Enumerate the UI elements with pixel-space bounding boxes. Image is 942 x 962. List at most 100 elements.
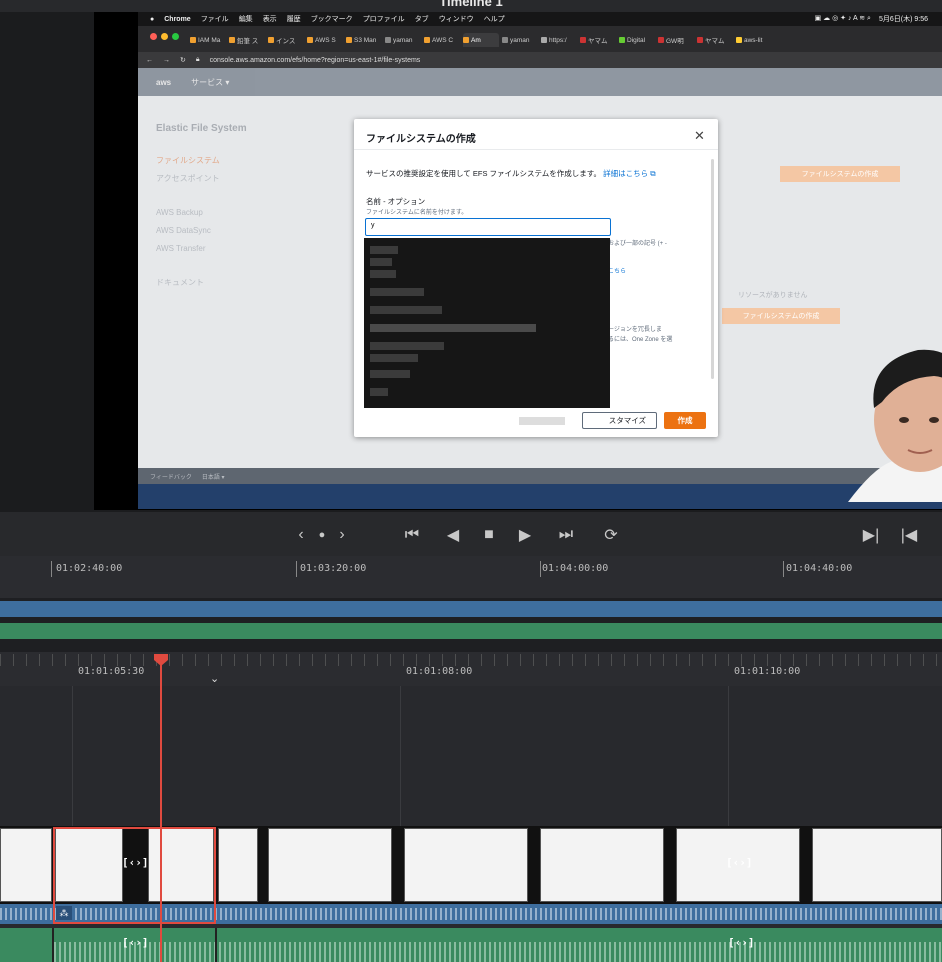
video-clip[interactable] — [812, 828, 942, 902]
recorded-screen: ● Chrome ファイル 編集 表示 履歴 ブックマーク プロファイル タブ … — [138, 12, 942, 509]
name-field-label: 名前 - オプション — [366, 197, 426, 206]
sidebar-item-docs: ドキュメント — [156, 278, 204, 287]
browser-tab: yaman — [385, 33, 421, 47]
apple-icon: ● — [150, 15, 155, 23]
transition-badge[interactable]: [‹›] — [122, 936, 149, 949]
playhead-handle-icon[interactable] — [153, 654, 169, 666]
menu-bookmarks: ブックマーク — [310, 16, 353, 23]
browser-tab: aws-lit — [736, 33, 772, 47]
back-icon: ← — [146, 56, 153, 64]
menu-edit: 編集 — [238, 16, 253, 23]
presenter-image — [848, 349, 942, 502]
transition-badge[interactable]: [‹›] — [728, 936, 755, 949]
mac-menubar: ● Chrome ファイル 編集 表示 履歴 ブックマーク プロファイル タブ … — [138, 12, 942, 26]
browser-tab: 鉛筆 ス — [229, 33, 265, 47]
tab-favicon-icon — [346, 37, 352, 43]
forward-icon: → — [163, 56, 170, 64]
video-clip[interactable] — [218, 828, 258, 902]
browser-tab: GW明 — [658, 33, 694, 47]
reload-icon: ↻ — [180, 57, 186, 64]
browser-tab: インス — [268, 33, 304, 47]
overview-tick-label: 01:03:20:00 — [300, 563, 367, 574]
tab-favicon-icon — [190, 37, 196, 43]
browser-tab: yaman — [502, 33, 538, 47]
url-text: console.aws.amazon.com/efs/home?region=u… — [209, 56, 421, 64]
autocomplete-dropdown[interactable] — [364, 238, 610, 408]
menu-file: ファイル — [200, 16, 229, 23]
transition-badge[interactable]: [‹›] — [726, 856, 753, 869]
customize-button[interactable]: スタマイズ — [582, 412, 657, 429]
dialog-scrollbar[interactable] — [711, 159, 714, 379]
grid-line — [400, 686, 401, 826]
create-file-system-dialog: ファイルシステムの作成 ✕ サービスの推奨設定を使用して EFS ファイルシステ… — [354, 119, 718, 437]
tab-favicon-icon — [502, 37, 508, 43]
tab-favicon-icon — [424, 37, 430, 43]
tab-favicon-icon — [580, 37, 586, 43]
video-clip[interactable] — [268, 828, 392, 902]
zoom-window-icon — [172, 33, 179, 40]
browser-tabs: IAM Ma 鉛筆 ス インス AWS S S3 Man yaman AWS C… — [190, 33, 890, 47]
tab-favicon-icon — [229, 37, 235, 43]
loop-icon[interactable]: ⟳ — [597, 524, 625, 546]
create-button[interactable]: 作成 — [664, 412, 706, 429]
menubar-clock: 5月6日(木) 9:56 — [878, 16, 928, 23]
learn-more-link[interactable]: 詳細はこちら — [603, 169, 648, 178]
close-icon[interactable]: ✕ — [694, 128, 705, 144]
waveform — [54, 942, 942, 962]
efs-sidebar: Elastic File System ファイルシステム アクセスポイント AW… — [156, 120, 306, 292]
next-clip-icon[interactable]: › — [335, 524, 349, 546]
menu-window: ウィンドウ — [438, 16, 474, 23]
menu-view: 表示 — [262, 16, 277, 23]
overview-tick-label: 01:02:40:00 — [56, 563, 123, 574]
status-icons: ▣ ☁ ◎ ✦ ♪ A ≋ ⌕ — [814, 15, 871, 22]
jog-dot-icon[interactable]: ● — [314, 524, 330, 546]
playhead[interactable] — [160, 660, 162, 962]
menu-profile: プロファイル — [362, 16, 405, 23]
browser-tab: https:/ — [541, 33, 577, 47]
screen-bottom-strip — [138, 484, 942, 509]
browser-tab: AWS S — [307, 33, 343, 47]
browser-tab: S3 Man — [346, 33, 382, 47]
tab-favicon-icon — [268, 37, 274, 43]
tab-favicon-icon — [658, 37, 664, 43]
lock-icon: 🔒︎ — [195, 56, 200, 63]
play-icon[interactable]: ▶ — [514, 524, 536, 546]
name-input[interactable]: y — [365, 218, 611, 236]
grid-line — [72, 686, 73, 826]
aws-footer: フィードバック 日本語 ▾ — [138, 468, 942, 484]
mark-out-icon[interactable]: |◀ — [898, 524, 920, 546]
ruler-tick — [51, 561, 52, 577]
menu-help: ヘルプ — [483, 16, 505, 23]
tab-favicon-icon — [385, 37, 391, 43]
stop-icon[interactable]: ■ — [478, 524, 500, 546]
name-field-help: ファイルシステムに名前を付けます。 — [366, 210, 468, 216]
video-clip[interactable] — [540, 828, 664, 902]
sidebar-item-access-points: アクセスポイント — [156, 174, 220, 183]
ruler-tick — [540, 561, 541, 577]
cancel-button[interactable] — [519, 417, 565, 425]
dialog-title: ファイルシステムの作成 — [366, 134, 476, 145]
timeline-title[interactable]: Timeline 1 — [0, 0, 942, 9]
selected-clip-outline[interactable] — [53, 827, 216, 924]
tab-favicon-icon — [736, 37, 742, 43]
browser-tab: IAM Ma — [190, 33, 226, 47]
chevron-down-icon[interactable]: ⌄ — [210, 672, 219, 685]
go-to-end-icon[interactable]: ⏭ — [551, 524, 581, 546]
play-reverse-icon[interactable]: ◀ — [442, 524, 464, 546]
aws-logo: aws — [156, 77, 172, 87]
overview-video-track[interactable] — [0, 601, 942, 617]
external-link-icon: ⧉ — [650, 169, 656, 178]
browser-tab-active: Am — [463, 33, 499, 47]
video-clip[interactable] — [0, 828, 52, 902]
ruler-tick — [296, 561, 297, 577]
bg-create-button-2: ファイルシステムの作成 — [722, 308, 840, 324]
dialog-divider — [354, 149, 718, 150]
clip-divider — [215, 928, 217, 962]
prev-clip-icon[interactable]: ‹ — [294, 524, 308, 546]
go-to-start-icon[interactable]: ⏮ — [398, 524, 426, 546]
mark-in-icon[interactable]: ▶| — [860, 524, 882, 546]
dialog-description: サービスの推奨設定を使用して EFS ファイルシステムを作成します。 詳細はこち… — [366, 169, 656, 178]
overview-audio-track[interactable] — [0, 623, 942, 639]
address-bar: ← → ↻ 🔒︎ console.aws.amazon.com/efs/home… — [138, 52, 942, 68]
video-clip[interactable] — [404, 828, 528, 902]
